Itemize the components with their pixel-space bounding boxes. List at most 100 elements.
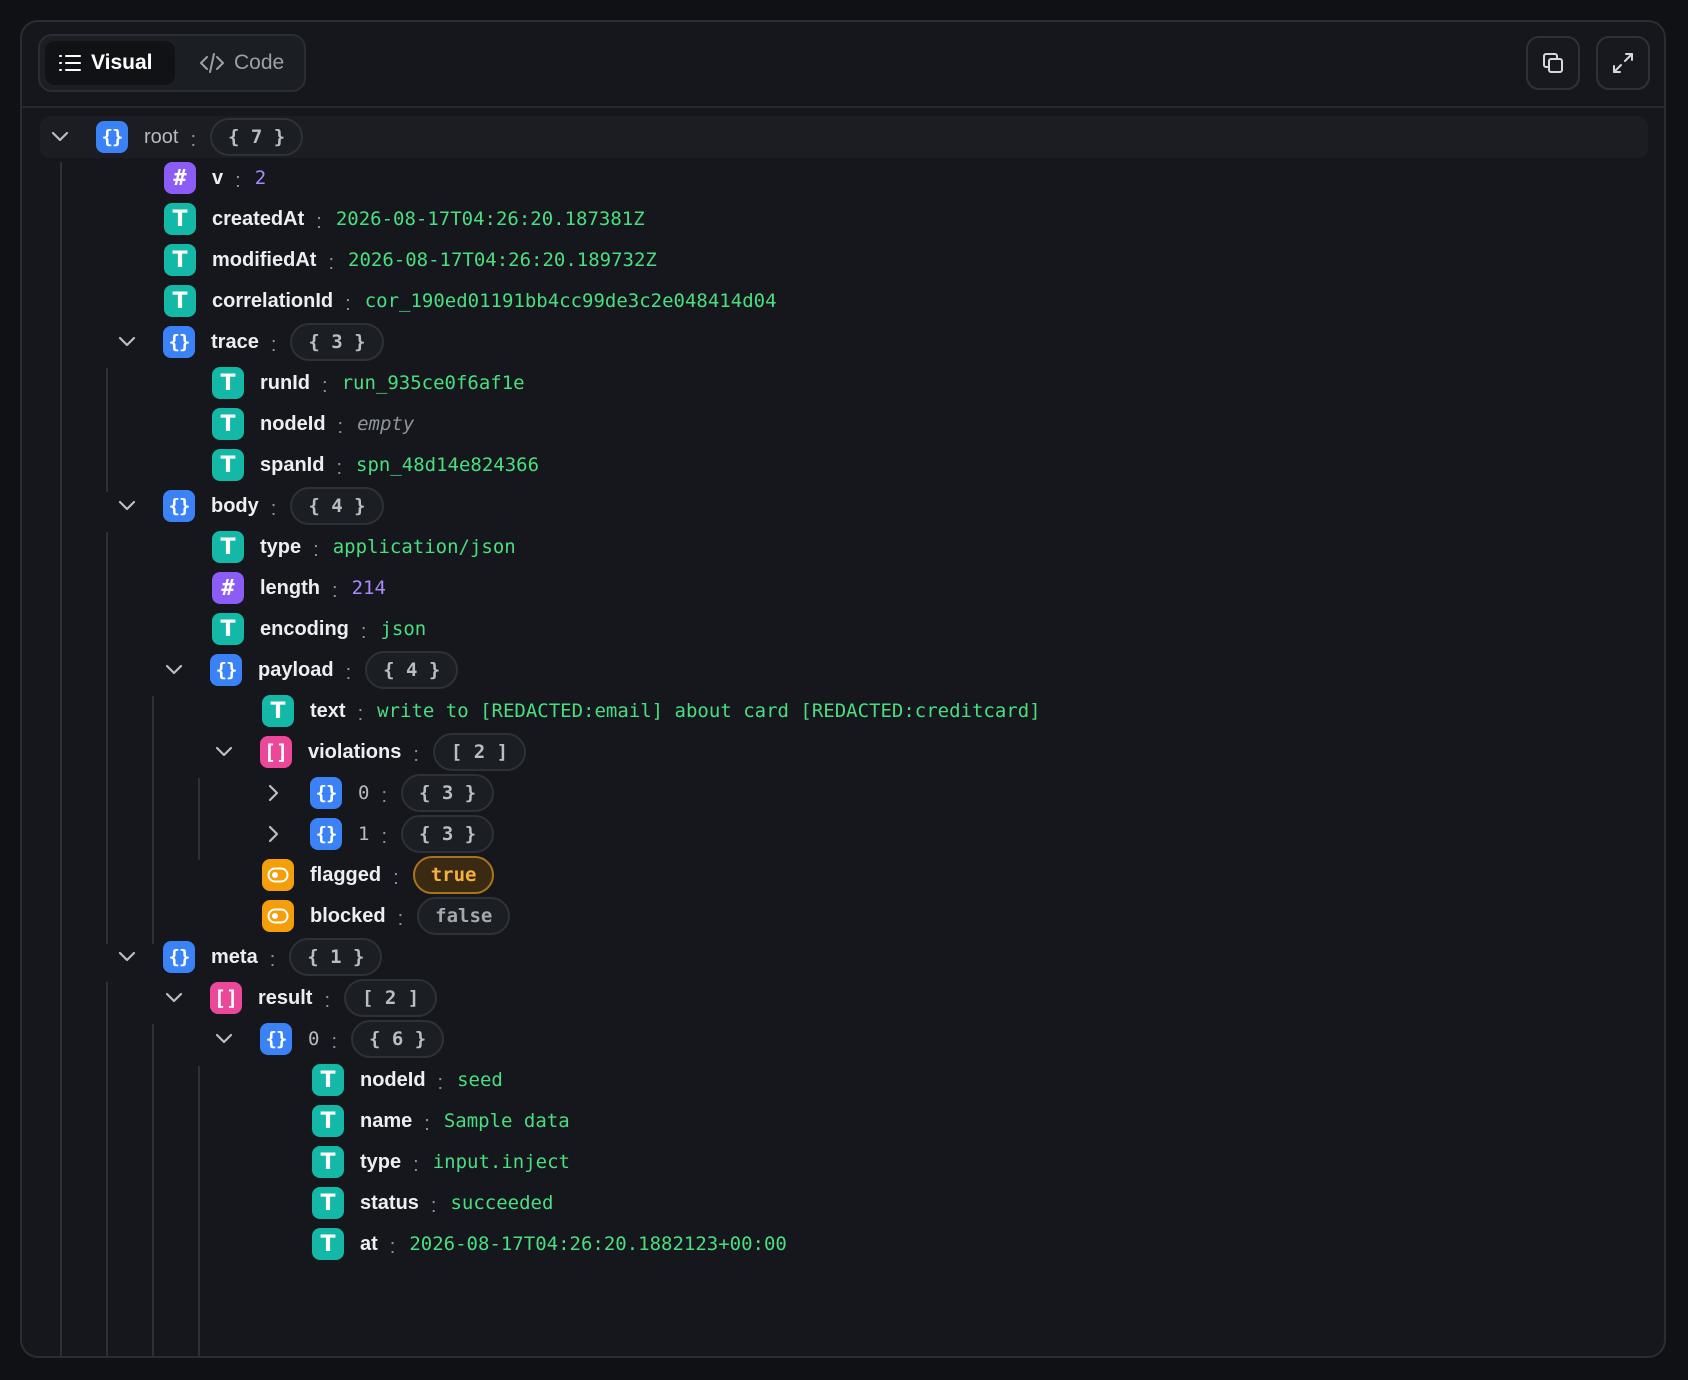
expand-icon xyxy=(1613,53,1633,73)
node-index: 0 xyxy=(308,1028,320,1050)
tree-row-modifiedAt[interactable]: T modifiedAt : 2026-08-17T04:26:20.18973… xyxy=(164,238,657,282)
node-value: run_935ce0f6af1e xyxy=(341,372,525,394)
tree-row-result-status[interactable]: T status : succeeded xyxy=(312,1181,553,1225)
tree-row-root[interactable]: {} root : { 7 } xyxy=(48,115,304,159)
tree-row-encoding[interactable]: T encoding : json xyxy=(212,607,426,651)
tree-row-result-0[interactable]: {} 0 : { 6 } xyxy=(212,1017,445,1061)
tree-row-result-type[interactable]: T type : input.inject xyxy=(312,1140,570,1184)
node-value: application/json xyxy=(332,536,516,558)
node-key: payload xyxy=(258,658,334,681)
tree-row-violation-0[interactable]: {} 0 : { 3 } xyxy=(262,771,495,815)
tree-row-createdAt[interactable]: T createdAt : 2026-08-17T04:26:20.187381… xyxy=(164,197,645,241)
tree-row-body[interactable]: {} body : { 4 } xyxy=(115,484,384,528)
string-type-icon: T xyxy=(164,203,196,235)
tree-row-length[interactable]: # length : 214 xyxy=(212,566,386,610)
tree-row-trace[interactable]: {} trace : { 3 } xyxy=(115,320,384,364)
node-value: json xyxy=(380,618,427,640)
chevron-right-icon[interactable] xyxy=(262,781,286,805)
node-value: 2026-08-17T04:26:20.187381Z xyxy=(335,208,645,230)
tree-row-meta[interactable]: {} meta : { 1 } xyxy=(115,935,383,979)
node-index: 0 xyxy=(358,782,370,804)
tree-row-v[interactable]: # v : 2 xyxy=(164,156,266,200)
tree-row-payload[interactable]: {} payload : { 4 } xyxy=(162,648,459,692)
node-key: v xyxy=(212,166,224,189)
tree-row-runId[interactable]: T runId : run_935ce0f6af1e xyxy=(212,361,525,405)
node-key: violations xyxy=(308,740,402,763)
object-count-badge: { 3 } xyxy=(401,815,495,853)
tree-row-violations[interactable]: [] violations : [ 2 ] xyxy=(212,730,527,774)
array-count-badge: [ 2 ] xyxy=(344,979,438,1017)
chevron-right-icon[interactable] xyxy=(262,822,286,846)
chevron-down-icon[interactable] xyxy=(212,740,236,764)
chevron-down-icon[interactable] xyxy=(115,330,139,354)
node-key: nodeId xyxy=(360,1068,426,1091)
chevron-down-icon[interactable] xyxy=(115,945,139,969)
node-value: 2 xyxy=(254,167,267,189)
array-type-icon: [] xyxy=(260,736,292,768)
copy-button[interactable] xyxy=(1526,36,1580,90)
node-key: runId xyxy=(260,371,310,394)
node-value: 2026-08-17T04:26:20.1882123+00:00 xyxy=(409,1233,787,1255)
string-type-icon: T xyxy=(312,1064,344,1096)
expand-button[interactable] xyxy=(1596,36,1650,90)
tree-row-result-nodeId[interactable]: T nodeId : seed xyxy=(312,1058,503,1102)
tree-row-correlationId[interactable]: T correlationId : cor_190ed01191bb4cc99d… xyxy=(164,279,777,323)
node-key: spanId xyxy=(260,453,325,476)
string-type-icon: T xyxy=(212,613,244,645)
object-type-icon: {} xyxy=(163,490,195,522)
tree-row-blocked[interactable]: blocked : false xyxy=(262,894,511,938)
node-key: modifiedAt xyxy=(212,248,317,271)
toolbar: Visual Code xyxy=(22,22,1664,108)
indent-guide xyxy=(152,696,154,944)
chevron-down-icon[interactable] xyxy=(48,125,72,149)
tab-code[interactable]: Code xyxy=(186,41,301,85)
object-count-badge: { 6 } xyxy=(351,1020,445,1058)
node-value: spn_48d14e824366 xyxy=(356,454,540,476)
tree-row-flagged[interactable]: flagged : true xyxy=(262,853,495,897)
node-key: result xyxy=(258,986,313,1009)
string-type-icon: T xyxy=(312,1105,344,1137)
indent-guide xyxy=(106,532,108,944)
indent-guide xyxy=(152,1024,154,1356)
object-count-badge: { 7 } xyxy=(210,118,304,156)
tree-row-text[interactable]: T text : write to [REDACTED:email] about… xyxy=(262,689,1041,733)
chevron-down-icon[interactable] xyxy=(212,1027,236,1051)
node-key: flagged xyxy=(310,863,382,886)
node-value: write to [REDACTED:email] about card [RE… xyxy=(377,700,1041,722)
node-key: name xyxy=(360,1109,413,1132)
copy-icon xyxy=(1543,53,1563,73)
tree-row-type[interactable]: T type : application/json xyxy=(212,525,516,569)
tree-row-nodeId[interactable]: T nodeId : empty xyxy=(212,402,414,446)
tab-visual[interactable]: Visual xyxy=(45,41,175,85)
tab-code-label: Code xyxy=(234,51,285,74)
node-value-empty: empty xyxy=(357,413,415,435)
object-type-icon: {} xyxy=(163,326,195,358)
chevron-down-icon[interactable] xyxy=(162,986,186,1010)
node-key: root xyxy=(144,125,179,148)
string-type-icon: T xyxy=(312,1146,344,1178)
object-type-icon: {} xyxy=(310,818,342,850)
chevron-down-icon[interactable] xyxy=(115,494,139,518)
number-type-icon: # xyxy=(164,162,196,194)
list-icon xyxy=(59,55,81,71)
number-type-icon: # xyxy=(212,572,244,604)
tree-row-violation-1[interactable]: {} 1 : { 3 } xyxy=(262,812,495,856)
tree-row-spanId[interactable]: T spanId : spn_48d14e824366 xyxy=(212,443,539,487)
node-value: 214 xyxy=(351,577,386,599)
node-key: meta xyxy=(211,945,258,968)
node-key: correlationId xyxy=(212,289,334,312)
tree-row-result-at[interactable]: T at : 2026-08-17T04:26:20.1882123+00:00 xyxy=(312,1222,787,1266)
tree-row-result[interactable]: [] result : [ 2 ] xyxy=(162,976,438,1020)
node-key: status xyxy=(360,1191,419,1214)
chevron-down-icon[interactable] xyxy=(162,658,186,682)
object-type-icon: {} xyxy=(210,654,242,686)
indent-guide xyxy=(198,1066,200,1356)
tree-row-result-name[interactable]: T name : Sample data xyxy=(312,1099,570,1143)
node-value: cor_190ed01191bb4cc99de3c2e048414d04 xyxy=(364,290,777,312)
node-value: input.inject xyxy=(432,1151,570,1173)
string-type-icon: T xyxy=(312,1187,344,1219)
string-type-icon: T xyxy=(212,408,244,440)
json-tree: {} root : { 7 } # v : 2 T createdAt : 20… xyxy=(22,108,1664,1356)
indent-guide xyxy=(198,778,200,860)
string-type-icon: T xyxy=(164,244,196,276)
